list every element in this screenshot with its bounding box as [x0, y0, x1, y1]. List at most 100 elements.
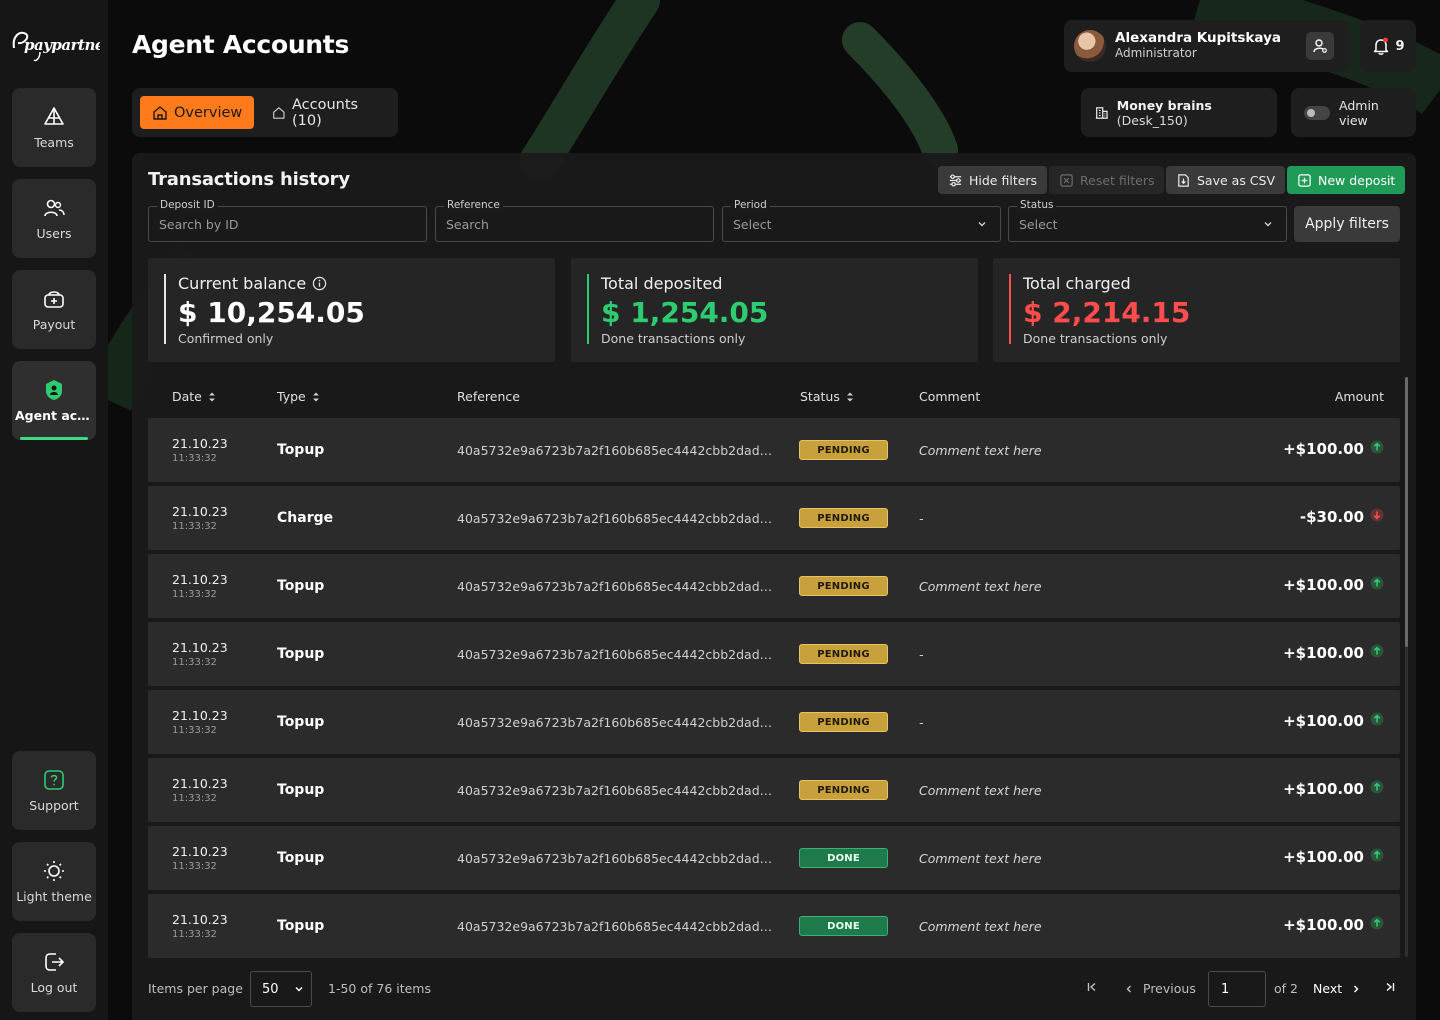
column-date[interactable]: Date [172, 389, 216, 404]
sidebar-item-logout[interactable]: Log out [12, 933, 96, 1012]
toggle-switch[interactable] [1304, 105, 1330, 120]
notifications-button[interactable]: 9 [1360, 20, 1416, 72]
tab-bar: Overview Accounts (10) [132, 88, 398, 137]
tab-label: Overview [174, 104, 243, 121]
field-placeholder: Select [1019, 216, 1058, 232]
cell-time: 11:33:32 [172, 861, 217, 872]
brand-logo[interactable]: paypartners [10, 24, 121, 64]
status-select[interactable]: Status Select [1008, 199, 1287, 242]
tab-label: Accounts (10) [291, 96, 359, 129]
status-badge: DONE [799, 848, 888, 868]
sidebar-item-label: Teams [34, 135, 74, 150]
last-page-button[interactable] [1384, 981, 1396, 993]
table-row[interactable]: 21.10.23 11:33:32 Topup 40a5732e9a6723b7… [148, 690, 1400, 754]
save-csv-button[interactable]: Save as CSV [1166, 166, 1286, 194]
desk-selector[interactable]: Money brains (Desk_150) [1081, 88, 1277, 137]
period-select[interactable]: Period Select [722, 199, 1001, 242]
column-reference: Reference [457, 389, 520, 404]
cell-reference[interactable]: 40a5732e9a6723b7a2f160b685ec4442cbb2dadc… [457, 715, 775, 730]
arrow-up-icon [1370, 916, 1384, 934]
cell-comment: - [919, 511, 924, 526]
cell-comment: Comment text here [919, 919, 1042, 934]
cell-type: Topup [277, 782, 325, 798]
stat-note: Confirmed only [178, 331, 274, 346]
previous-page-button[interactable]: Previous [1123, 981, 1196, 996]
transactions-panel: Transactions history Hide filters Reset … [132, 153, 1416, 1020]
cell-time: 11:33:32 [172, 725, 217, 736]
cell-reference[interactable]: 40a5732e9a6723b7a2f160b685ec4442cbb2dadc… [457, 647, 775, 662]
sidebar-item-label: Light theme [16, 889, 92, 904]
page-number-input[interactable] [1208, 971, 1266, 1007]
column-label: Comment [919, 389, 981, 404]
user-card[interactable]: Alexandra Kupitskaya Administrator [1064, 20, 1350, 72]
reference-field[interactable]: Reference Search [435, 199, 714, 242]
field-label: Reference [444, 199, 503, 211]
apply-filters-button[interactable]: Apply filters [1294, 206, 1400, 242]
table-row[interactable]: 21.10.23 11:33:32 Topup 40a5732e9a6723b7… [148, 554, 1400, 618]
sidebar-item-support[interactable]: Support [12, 751, 96, 830]
pagination: Items per page 50 1-50 of 76 items Previ… [148, 971, 1400, 1007]
stat-label: Current balance [178, 274, 327, 293]
items-per-page-label: Items per page [148, 981, 243, 996]
cell-amount: +$100.00 [1283, 712, 1384, 730]
admin-view-toggle[interactable]: Admin view [1291, 88, 1416, 137]
cell-type: Topup [277, 442, 325, 458]
last-page-icon [1386, 982, 1395, 992]
items-per-page-select[interactable]: 50 [250, 971, 312, 1007]
user-settings-icon [1313, 39, 1327, 53]
table-row[interactable]: 21.10.23 11:33:32 Charge 40a5732e9a6723b… [148, 486, 1400, 550]
cell-reference[interactable]: 40a5732e9a6723b7a2f160b685ec4442cbb2dadc… [457, 511, 775, 526]
next-page-button[interactable]: Next [1313, 981, 1362, 996]
cell-reference[interactable]: 40a5732e9a6723b7a2f160b685ec4442cbb2dadc… [457, 579, 775, 594]
reset-filters-button[interactable]: Reset filters [1049, 166, 1165, 194]
notification-count: 9 [1395, 38, 1405, 54]
profile-button[interactable] [1306, 32, 1334, 60]
first-page-button[interactable] [1086, 981, 1098, 993]
sidebar-item-teams[interactable]: Teams [12, 88, 96, 167]
status-badge: PENDING [799, 440, 888, 460]
chevron-right-icon [1354, 985, 1359, 992]
table-row[interactable]: 21.10.23 11:33:32 Topup 40a5732e9a6723b7… [148, 826, 1400, 890]
table-row[interactable]: 21.10.23 11:33:32 Topup 40a5732e9a6723b7… [148, 894, 1400, 958]
cell-reference[interactable]: 40a5732e9a6723b7a2f160b685ec4442cbb2dadc… [457, 851, 775, 866]
cell-comment: Comment text here [919, 783, 1042, 798]
table-row[interactable]: 21.10.23 11:33:32 Topup 40a5732e9a6723b7… [148, 622, 1400, 686]
cell-time: 11:33:32 [172, 453, 217, 464]
cell-amount: +$100.00 [1283, 576, 1384, 594]
column-label: Date [172, 389, 202, 404]
column-comment: Comment [919, 389, 980, 404]
stat-total-deposited: Total deposited $ 1,254.05 Done transact… [571, 258, 978, 362]
cell-comment: - [919, 715, 924, 730]
stat-accent-bar [164, 274, 166, 344]
chevron-down-icon [978, 222, 986, 227]
sidebar-item-users[interactable]: Users [12, 179, 96, 258]
info-icon[interactable] [312, 276, 327, 291]
sidebar-item-label: Payout [32, 317, 76, 332]
stat-note: Done transactions only [601, 331, 746, 346]
tab-accounts[interactable]: Accounts (10) [260, 96, 390, 129]
users-icon [44, 199, 65, 217]
cell-amount: +$100.00 [1283, 780, 1384, 798]
deposit-id-field[interactable]: Deposit ID Search by ID [148, 199, 427, 242]
tab-overview[interactable]: Overview [140, 96, 255, 129]
column-type[interactable]: Type [277, 389, 320, 404]
sidebar-item-agent-accounts[interactable]: Agent acco.. [12, 361, 96, 440]
status-badge: PENDING [799, 780, 888, 800]
panel-title: Transactions history [148, 169, 350, 190]
cell-reference[interactable]: 40a5732e9a6723b7a2f160b685ec4442cbb2dadc… [457, 443, 775, 458]
cell-time: 11:33:32 [172, 793, 217, 804]
button-label: Reset filters [1080, 172, 1155, 188]
sidebar-item-light-theme[interactable]: Light theme [12, 842, 96, 921]
new-deposit-button[interactable]: New deposit [1287, 166, 1406, 194]
cell-reference[interactable]: 40a5732e9a6723b7a2f160b685ec4442cbb2dadc… [457, 783, 775, 798]
stat-accent-bar [587, 274, 589, 344]
cell-type: Topup [277, 714, 325, 730]
table-row[interactable]: 21.10.23 11:33:32 Topup 40a5732e9a6723b7… [148, 758, 1400, 822]
hide-filters-button[interactable]: Hide filters [938, 166, 1048, 194]
table-row[interactable]: 21.10.23 11:33:32 Topup 40a5732e9a6723b7… [148, 418, 1400, 482]
scrollbar-thumb[interactable] [1405, 377, 1408, 647]
scrollbar[interactable] [1405, 377, 1408, 957]
cell-reference[interactable]: 40a5732e9a6723b7a2f160b685ec4442cbb2dadc… [457, 919, 775, 934]
sidebar-item-payout[interactable]: Payout [12, 270, 96, 349]
column-status[interactable]: Status [800, 389, 854, 404]
